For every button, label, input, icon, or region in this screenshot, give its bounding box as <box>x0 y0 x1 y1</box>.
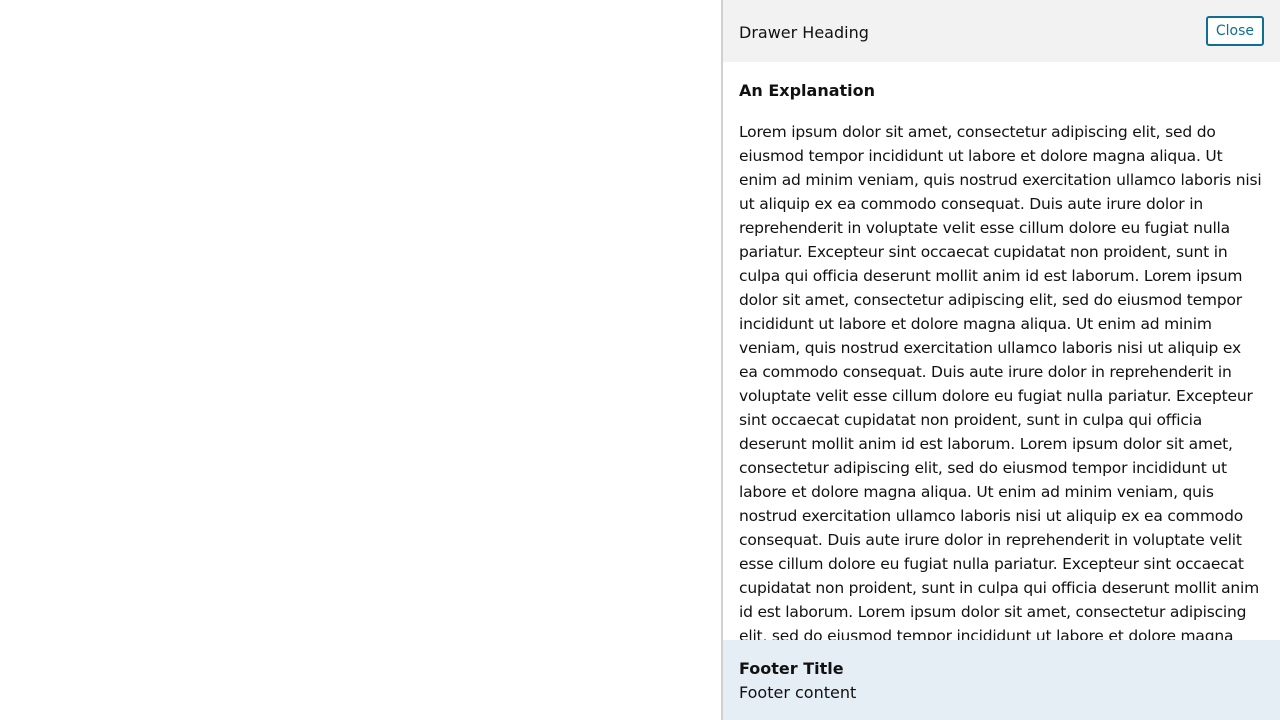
footer-title: Footer Title <box>739 659 844 678</box>
close-button[interactable]: Close <box>1205 16 1264 46</box>
drawer-panel: Drawer Heading Close An Explanation Lore… <box>721 0 1280 720</box>
footer-content: Footer content <box>739 683 857 702</box>
drawer-footer: Footer Title Footer content <box>723 640 1280 720</box>
page-background <box>0 0 721 720</box>
section-title: An Explanation <box>739 81 876 100</box>
body-paragraph: Lorem ipsum dolor sit amet, consectetur … <box>739 123 1262 640</box>
drawer-heading: Drawer Heading <box>739 22 869 42</box>
drawer-header: Drawer Heading Close <box>723 0 1280 62</box>
drawer-body[interactable]: An Explanation Lorem ipsum dolor sit ame… <box>723 62 1280 640</box>
